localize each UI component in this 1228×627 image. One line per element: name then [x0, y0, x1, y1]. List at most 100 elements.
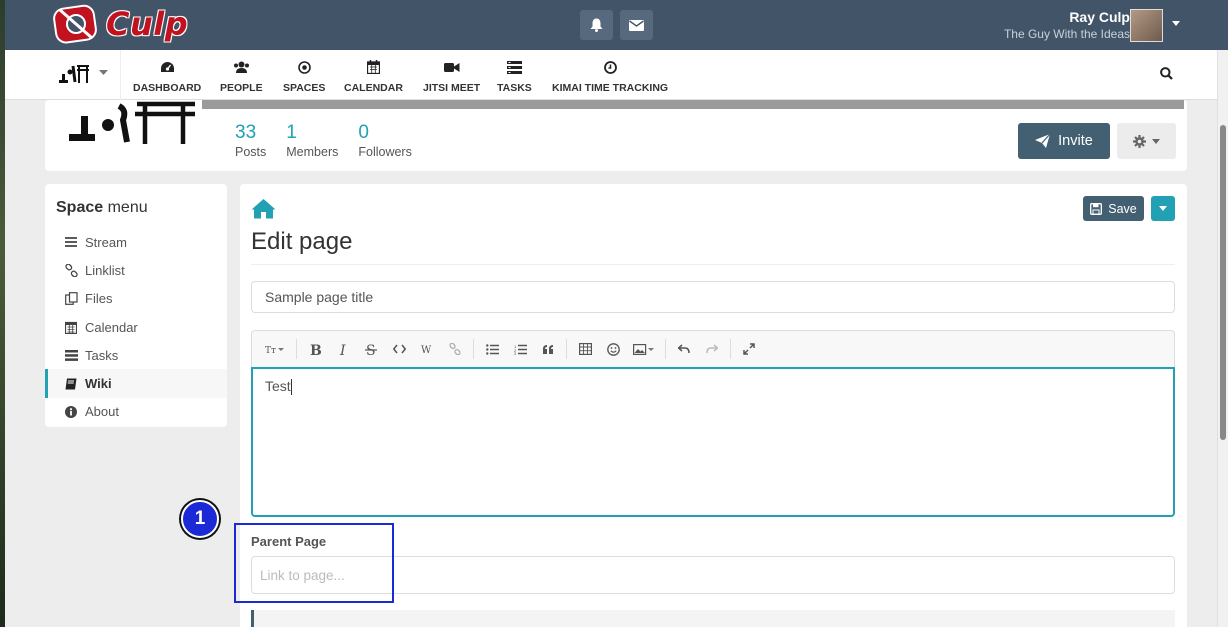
save-button[interactable]: Save [1083, 196, 1144, 221]
menu-item-label: Calendar [85, 319, 138, 335]
gear-icon [1133, 134, 1146, 148]
avatar[interactable] [1130, 9, 1163, 42]
link-icon [64, 263, 78, 277]
book-icon [65, 378, 77, 390]
link-button[interactable] [441, 338, 469, 360]
step-marker: 1 [181, 500, 219, 538]
numbered-list-button[interactable]: 123 [506, 338, 534, 360]
notifications-button[interactable] [580, 10, 613, 40]
code-icon [392, 344, 406, 354]
nav-item-kimai-time-tracking[interactable]: KIMAI TIME TRACKING [552, 58, 668, 94]
space-settings-button[interactable] [1117, 123, 1176, 159]
calendar-icon [65, 321, 77, 334]
messages-button[interactable] [620, 10, 653, 40]
space-menu-item-files[interactable]: Files [45, 285, 227, 313]
fullscreen-button[interactable] [735, 338, 763, 360]
redo-button[interactable] [698, 338, 726, 360]
italic-icon: I [339, 343, 346, 356]
menu-item-label: About [85, 404, 119, 420]
bell-icon [590, 18, 603, 32]
svg-text:W: W [421, 345, 432, 354]
space-menu: Space menu Stream Linklist Files Calenda… [45, 184, 227, 427]
editor-toolbar: Tт B I S W 123 [251, 330, 1175, 367]
space-menu-item-linklist[interactable]: Linklist [45, 256, 227, 284]
space-menu-title: Space menu [56, 199, 148, 217]
stat-members[interactable]: 1 Members [286, 122, 338, 159]
stat-posts[interactable]: 33 Posts [235, 122, 266, 159]
bullet-list-button[interactable] [478, 338, 506, 360]
text-cursor [290, 379, 292, 396]
menu-title-bold: Space [56, 199, 104, 216]
logo-mark-icon [53, 4, 97, 44]
image-icon [633, 343, 654, 355]
chevron-down-icon [1159, 206, 1167, 211]
space-avatar-icon [59, 65, 89, 83]
undo-button[interactable] [670, 338, 698, 360]
search-button[interactable] [1160, 67, 1173, 85]
menu-item-label: Files [85, 291, 113, 307]
table-button[interactable] [571, 338, 599, 360]
nav-item-calendar[interactable]: CALENDAR [344, 58, 403, 94]
emoji-button[interactable] [599, 338, 627, 360]
files-icon [64, 292, 78, 306]
user-menu[interactable]: Ray Culp The Guy With the Ideas [1004, 9, 1130, 41]
redo-icon [706, 344, 718, 354]
nav-item-spaces[interactable]: SPACES [283, 58, 325, 94]
space-menu-item-tasks[interactable]: Tasks [45, 341, 227, 369]
paper-plane-icon [1035, 134, 1051, 148]
toolbar-separator [566, 339, 567, 359]
quote-button[interactable] [534, 338, 562, 360]
video-icon [443, 62, 460, 72]
stat-followers[interactable]: 0 Followers [358, 122, 412, 159]
nav-item-dashboard[interactable]: DASHBOARD [133, 58, 201, 94]
space-menu-item-about[interactable]: About [45, 398, 227, 426]
clock-icon [603, 60, 617, 74]
floppy-disk-icon [1090, 202, 1103, 215]
home-icon [251, 199, 276, 219]
tasks-icon [506, 60, 522, 74]
wiki-content-editor[interactable]: Test [251, 367, 1175, 517]
link-icon [449, 343, 461, 355]
text-size-icon: Tт [265, 346, 284, 354]
nav-item-people[interactable]: PEOPLE [220, 58, 263, 94]
stat-value: 1 [286, 122, 297, 143]
wiki-icon: W [421, 345, 432, 354]
italic-button[interactable]: I [329, 338, 357, 360]
svg-text:I: I [339, 343, 346, 356]
envelope-icon [629, 19, 644, 31]
space-menu-item-stream[interactable]: Stream [45, 228, 227, 256]
chevron-down-icon [1152, 138, 1160, 144]
brand-logo[interactable]: Culp [52, 4, 188, 44]
user-subtitle: The Guy With the Ideas [1003, 27, 1130, 41]
spaces-icon [297, 60, 311, 74]
expand-icon [743, 343, 755, 355]
page-title: Edit page [251, 228, 353, 255]
space-banner [202, 100, 1184, 109]
text-size-button[interactable]: Tт [258, 338, 292, 360]
space-chooser[interactable] [57, 58, 108, 88]
page-title-input[interactable]: Sample page title [251, 281, 1175, 313]
chevron-down-icon[interactable] [1172, 21, 1180, 26]
space-logo-icon [69, 101, 195, 144]
bold-button[interactable]: B [301, 338, 329, 360]
invite-button[interactable]: Invite [1018, 123, 1110, 159]
nav-item-jitsi-meet[interactable]: JITSI MEET [423, 58, 480, 94]
menu-item-label: Linklist [85, 262, 125, 278]
scrollbar-thumb[interactable] [1220, 125, 1226, 440]
nav-label: SPACES [283, 82, 326, 94]
save-options-button[interactable] [1151, 196, 1175, 221]
strikethrough-button[interactable]: S [357, 338, 385, 360]
nav-item-tasks[interactable]: TASKS [497, 58, 532, 94]
wiki-home-link[interactable] [251, 198, 276, 224]
space-menu-item-calendar[interactable]: Calendar [45, 313, 227, 341]
main-navigation: DASHBOARD PEOPLE SPACES CALENDAR JITSI M… [5, 50, 1217, 100]
search-icon [1160, 67, 1173, 80]
code-button[interactable] [385, 338, 413, 360]
space-menu-item-wiki[interactable]: Wiki [45, 369, 227, 398]
image-button[interactable] [627, 338, 661, 360]
bullet-list-icon [485, 343, 499, 355]
divider [251, 264, 1175, 265]
wiki-link-button[interactable]: W [413, 338, 441, 360]
toolbar-separator [730, 339, 731, 359]
nav-label: TASKS [497, 82, 532, 94]
